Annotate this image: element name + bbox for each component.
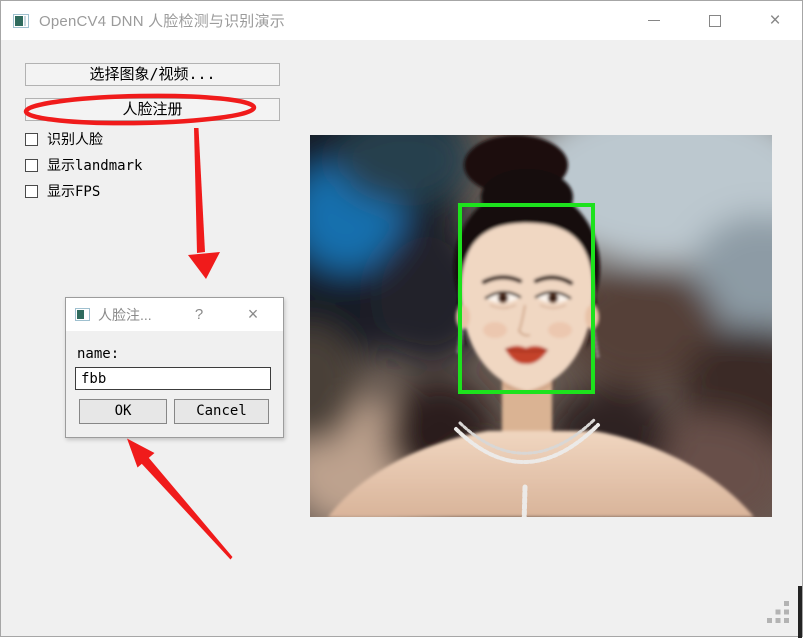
arrow-to-dialog — [188, 128, 220, 279]
checkbox-row-show-fps[interactable]: 显示FPS — [25, 183, 101, 200]
select-media-button[interactable]: 选择图象/视频... — [25, 63, 280, 86]
close-icon[interactable]: × — [753, 1, 797, 40]
recognize-face-checkbox[interactable] — [25, 132, 38, 146]
name-label: name: — [77, 346, 120, 362]
dialog-titlebar: 人脸注... ? × — [66, 298, 283, 331]
app-window: OpenCV4 DNN 人脸检测与识别演示 × 选择图象/视频... 人脸注册 … — [0, 0, 803, 638]
app-icon — [13, 13, 29, 28]
dialog-help-icon[interactable]: ? — [188, 298, 210, 331]
video-preview-panel — [260, 95, 803, 535]
cancel-button[interactable]: Cancel — [174, 399, 269, 424]
resize-grip[interactable] — [766, 600, 792, 626]
titlebar: OpenCV4 DNN 人脸检测与识别演示 × — [1, 1, 802, 40]
maximize-icon[interactable] — [693, 1, 737, 40]
recognize-face-label: 识别人脸 — [47, 132, 103, 148]
background-edge — [798, 586, 802, 638]
name-input[interactable] — [75, 367, 271, 390]
face-register-button[interactable]: 人脸注册 — [25, 98, 280, 121]
dialog-close-icon[interactable]: × — [238, 298, 268, 331]
checkbox-row-recognize-face[interactable]: 识别人脸 — [25, 131, 103, 148]
checkbox-row-show-landmark[interactable]: 显示landmark — [25, 157, 143, 174]
show-fps-checkbox[interactable] — [25, 184, 38, 198]
show-fps-label: 显示FPS — [47, 184, 101, 200]
portrait-photo — [260, 95, 803, 535]
show-landmark-checkbox[interactable] — [25, 158, 38, 172]
minimize-icon[interactable] — [632, 1, 676, 40]
window-title: OpenCV4 DNN 人脸检测与识别演示 — [39, 13, 285, 30]
ok-button[interactable]: OK — [79, 399, 167, 424]
dialog-app-icon — [75, 308, 90, 321]
show-landmark-label: 显示landmark — [47, 158, 143, 174]
arrow-to-ok-button — [127, 438, 233, 560]
dialog-title: 人脸注... — [98, 306, 152, 323]
face-register-dialog: 人脸注... ? × name: OK Cancel — [65, 297, 284, 438]
